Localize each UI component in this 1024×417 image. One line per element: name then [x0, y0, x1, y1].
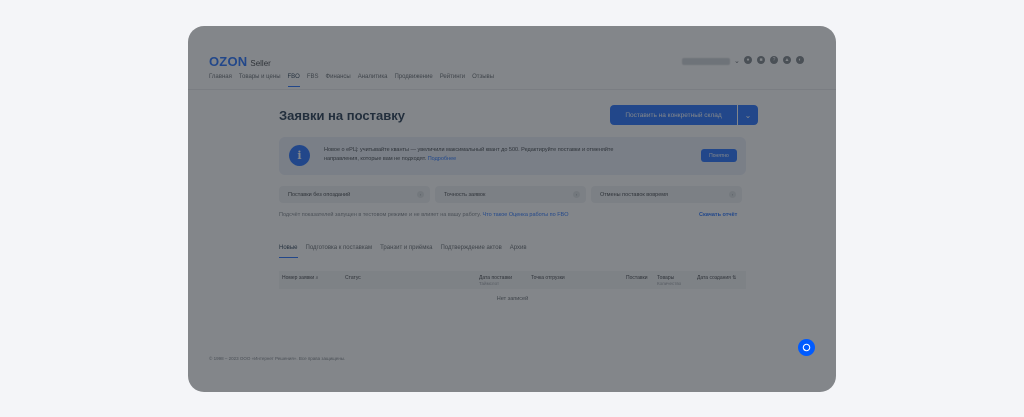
account-switcher[interactable]: ⌄: [682, 57, 740, 65]
column-label: Точка отгрузки: [531, 275, 565, 281]
tab-acts[interactable]: Подтверждение актов: [440, 245, 501, 258]
page-title: Заявки на поставку: [279, 108, 405, 123]
nav-fbo[interactable]: FBO: [287, 74, 300, 87]
footer-copyright: © 1998 – 2023 ООО «Интернет Решения». Вс…: [209, 356, 346, 361]
column-header: Поставки: [626, 275, 648, 281]
info-icon: i: [289, 145, 310, 166]
chevron-down-icon: ⌄: [734, 58, 740, 65]
banner-message: Новое о eРЦ: учитывайте кванты — увеличи…: [324, 147, 614, 162]
nav-home[interactable]: Главная: [209, 74, 232, 87]
nav-products[interactable]: Товары и цены: [239, 74, 281, 87]
empty-table-message: Нет записей: [496, 296, 529, 302]
chat-bubble-icon: [802, 343, 811, 352]
tab-transit[interactable]: Транзит и приёмка: [380, 245, 432, 258]
column-header[interactable]: Номер заявки ⌕: [282, 275, 318, 281]
chevron-right-icon: ›: [729, 191, 736, 198]
filter-on-time-supplies[interactable]: Поставки без опозданий ›: [279, 186, 430, 203]
support-chat-button[interactable]: [798, 339, 815, 356]
supply-tabs: Новые Подготовка к поставкам Транзит и п…: [279, 245, 535, 258]
column-label: Номер заявки: [282, 275, 315, 281]
column-header: Точка отгрузки: [531, 275, 565, 281]
filter-request-accuracy[interactable]: Точность заявок ›: [435, 186, 586, 203]
column-label: Поставки: [626, 275, 648, 281]
nav-analytics[interactable]: Аналитика: [358, 74, 388, 87]
column-header: Товары Количество: [657, 275, 681, 287]
column-sublabel: Количество: [657, 281, 682, 286]
download-report-link[interactable]: Скачать отчёт: [699, 212, 737, 218]
column-header: Дата поставки Таймслот: [479, 275, 512, 287]
table-header: Номер заявки ⌕ Статус Дата поставки Тайм…: [279, 271, 746, 289]
app-window: OZON Seller Главная Товары и цены FBO FB…: [188, 26, 836, 392]
column-header: Статус: [345, 275, 361, 281]
logo-mark: OZON: [209, 54, 248, 69]
banner-text: Новое о eРЦ: учитывайте кванты — увеличи…: [324, 146, 644, 164]
search-icon[interactable]: ⌕: [316, 275, 319, 281]
nav-finance[interactable]: Финансы: [326, 74, 351, 87]
nav-ratings[interactable]: Рейтинги: [440, 74, 465, 87]
chevron-down-icon: ⌄: [744, 110, 752, 120]
filter-label: Поставки без опозданий: [288, 191, 351, 198]
fbo-rating-link[interactable]: Что такое Оценка работы по FBO: [483, 212, 569, 218]
column-label: Дата создания: [697, 275, 731, 281]
tab-archive[interactable]: Архив: [510, 245, 527, 258]
banner-more-link[interactable]: Подробнее: [428, 156, 457, 162]
supply-to-warehouse-button[interactable]: Поставить на конкретный склад: [610, 105, 737, 125]
banner-ok-button[interactable]: Понятно: [701, 149, 737, 162]
filter-label: Точность заявок: [444, 191, 486, 198]
main-nav: Главная Товары и цены FBO FBS Финансы Ан…: [209, 74, 501, 87]
user-icon[interactable]: ●: [744, 56, 752, 64]
header-divider: [188, 89, 836, 90]
chat-icon[interactable]: ■: [757, 56, 765, 64]
note-text: Подсчёт показателей запущен в тестовом р…: [279, 212, 481, 218]
theme-icon[interactable]: ◐: [796, 56, 804, 64]
tab-preparation[interactable]: Подготовка к поставкам: [306, 245, 373, 258]
primary-dropdown-button[interactable]: ⌄: [738, 105, 758, 125]
column-header[interactable]: Дата создания ⇅: [697, 275, 736, 281]
chevron-right-icon: ›: [573, 191, 580, 198]
help-icon[interactable]: ?: [770, 56, 778, 64]
nav-reviews[interactable]: Отзывы: [472, 74, 494, 87]
account-name-blurred: [682, 57, 730, 65]
sort-icon[interactable]: ⇅: [732, 275, 736, 281]
tab-new[interactable]: Новые: [279, 245, 298, 258]
test-mode-note: Подсчёт показателей запущен в тестовом р…: [279, 212, 569, 218]
nav-promotion[interactable]: Продвижение: [394, 74, 432, 87]
education-icon[interactable]: ▲: [783, 56, 791, 64]
column-sublabel: Таймслот: [479, 281, 500, 286]
header-icons: ● ■ ? ▲ ◐: [744, 56, 804, 64]
chevron-right-icon: ›: [417, 191, 424, 198]
ozon-seller-logo[interactable]: OZON Seller: [209, 54, 271, 69]
info-banner: i Новое о eРЦ: учитывайте кванты — увели…: [279, 137, 746, 175]
nav-fbs[interactable]: FBS: [307, 74, 319, 87]
metric-filters: Поставки без опозданий › Точность заявок…: [279, 186, 742, 203]
filter-label: Отмены поставок вовремя: [600, 191, 669, 198]
logo-subtitle: Seller: [250, 59, 271, 68]
filter-timely-cancellations[interactable]: Отмены поставок вовремя ›: [591, 186, 742, 203]
column-label: Статус: [345, 275, 361, 281]
